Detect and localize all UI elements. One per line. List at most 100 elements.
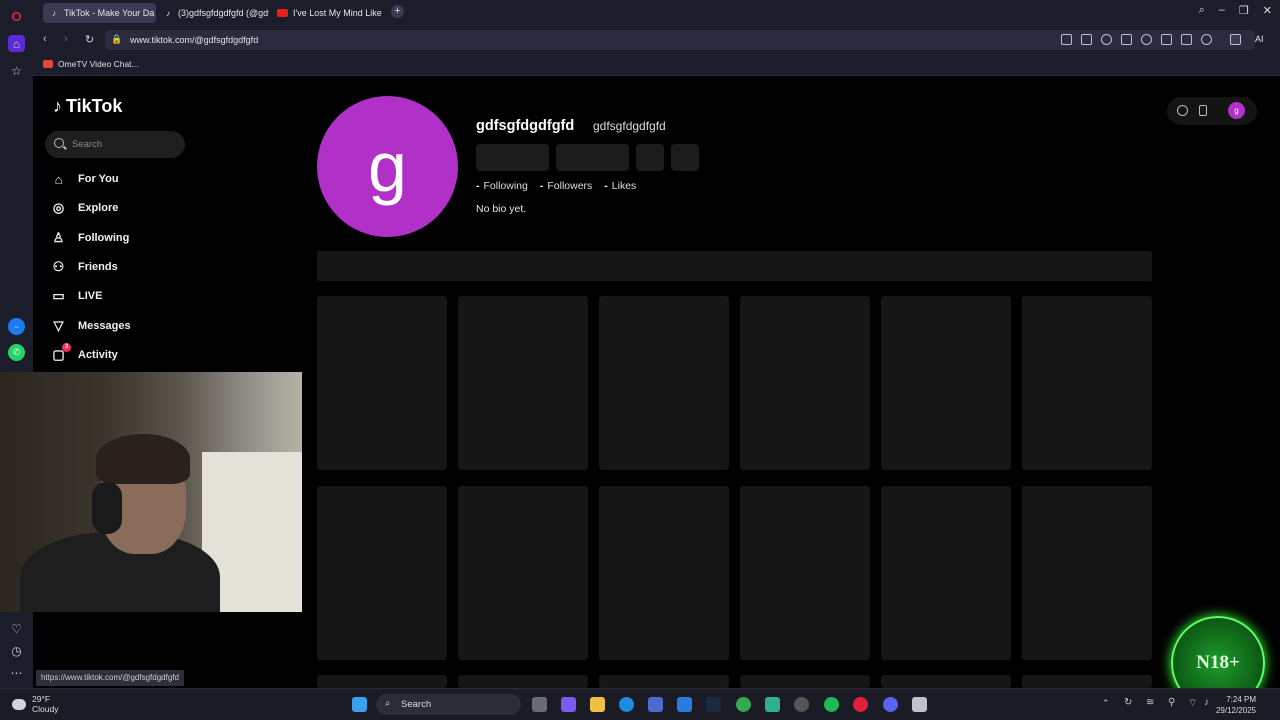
file-explorer-icon[interactable] (590, 697, 605, 712)
video-thumbnail[interactable] (740, 675, 870, 688)
tab-tiktok[interactable]: ♪ TikTok - Make Your Da (43, 3, 156, 23)
nav-messages[interactable]: ▽ Messages (51, 315, 131, 337)
tab-profile[interactable]: ♪ (3)gdfsgfdgdfgfd (@gdfsg (157, 3, 269, 23)
account-avatar[interactable]: g (1228, 102, 1245, 119)
nav-explore[interactable]: ◎ Explore (51, 197, 119, 219)
video-thumbnail[interactable] (599, 296, 729, 470)
button-placeholder[interactable] (671, 144, 699, 171)
tab-youtube[interactable]: I've Lost My Mind Like Vic (271, 3, 383, 23)
camera-icon[interactable] (1081, 34, 1092, 45)
nav-live[interactable]: ▭ LIVE (51, 285, 102, 307)
maximize-icon[interactable]: ❐ (1239, 4, 1249, 17)
mic-icon[interactable]: ⚲ (1168, 697, 1175, 708)
chrome-icon[interactable] (736, 697, 751, 712)
tiktok-icon: ♪ (52, 8, 56, 18)
play-icon[interactable] (1121, 34, 1132, 45)
status-url-tooltip: https://www.tiktok.com/@gdfsgfdgdfgfd (36, 670, 184, 686)
heart-toolbar-icon[interactable] (1141, 34, 1152, 45)
video-thumbnail[interactable] (458, 675, 588, 688)
tray-chevron-icon[interactable]: ⌃ (1102, 698, 1110, 709)
store-icon[interactable] (648, 697, 663, 712)
video-thumbnail[interactable] (458, 296, 588, 470)
button-placeholder[interactable] (636, 144, 664, 171)
nav-friends[interactable]: ⚇ Friends (51, 256, 118, 278)
video-thumbnail[interactable] (317, 675, 447, 688)
app-icon[interactable] (765, 697, 780, 712)
edit-icon[interactable] (1061, 34, 1072, 45)
address-bar-area: ‹ › ↻ 🔒 www.tiktok.com/@gdfsgfdgdfgfd AI (33, 26, 1280, 54)
video-thumbnail[interactable] (317, 296, 447, 470)
reload-icon[interactable]: ↻ (85, 33, 94, 46)
video-thumbnail[interactable] (881, 675, 1011, 688)
search-tabs-icon[interactable]: ⌕ (1199, 4, 1205, 17)
discord-icon[interactable] (883, 697, 898, 712)
video-thumbnail[interactable] (740, 296, 870, 470)
video-thumbnail[interactable] (599, 675, 729, 688)
video-thumbnail[interactable] (881, 486, 1011, 660)
close-icon[interactable]: ✕ (1263, 4, 1272, 17)
app-icon[interactable] (794, 697, 809, 712)
nav-following[interactable]: ♙ Following (51, 227, 130, 249)
minimize-icon[interactable]: – (1219, 4, 1225, 17)
taskbar-clock[interactable]: 7:24 PM 29/12/2025 (1216, 694, 1256, 716)
heart-icon[interactable]: ♡ (8, 620, 25, 637)
stat-followers[interactable]: - Followers (540, 180, 592, 192)
profile-icon[interactable] (1201, 34, 1212, 45)
back-icon[interactable]: ‹ (43, 33, 47, 45)
bookmark-ometv[interactable]: OmeTV Video Chat... (43, 59, 139, 69)
search-input[interactable]: Search (45, 131, 185, 158)
extension-icon[interactable] (1230, 34, 1241, 45)
coin-icon[interactable] (1177, 105, 1188, 116)
windows-start-icon[interactable] (352, 697, 367, 712)
download-icon[interactable] (1161, 34, 1172, 45)
video-thumbnail[interactable] (599, 486, 729, 660)
home-icon: ⌂ (54, 171, 63, 187)
ai-button[interactable]: AI (1255, 34, 1264, 44)
messenger-icon[interactable]: ~ (8, 318, 25, 335)
history-icon[interactable]: ◷ (8, 642, 25, 659)
app-icon[interactable] (912, 697, 927, 712)
mail-icon[interactable] (677, 697, 692, 712)
button-placeholder[interactable] (556, 144, 629, 171)
video-thumbnail[interactable] (317, 486, 447, 660)
button-placeholder[interactable] (476, 144, 549, 171)
device-icon[interactable] (1199, 105, 1207, 116)
opera-logo-icon[interactable]: O (8, 8, 25, 25)
lock-icon[interactable]: 🔒 (111, 34, 122, 45)
more-icon[interactable]: ⋯ (8, 664, 25, 681)
weather-widget[interactable]: 29°F Cloudy (12, 694, 58, 714)
sync-icon[interactable]: ↻ (1124, 697, 1132, 708)
star-icon[interactable]: ☆ (8, 62, 25, 79)
tab-label: TikTok - Make Your Da (64, 8, 155, 18)
edge-icon[interactable] (619, 697, 634, 712)
taskbar-search[interactable]: ⌕ Search (376, 694, 521, 715)
video-thumbnail[interactable] (1022, 296, 1152, 470)
menu-icon[interactable] (1181, 34, 1192, 45)
new-tab-button[interactable]: + (391, 5, 404, 18)
nav-for-you[interactable]: ⌂ For You (51, 168, 119, 190)
task-view-icon[interactable] (532, 697, 547, 712)
video-thumbnail[interactable] (881, 296, 1011, 470)
home-icon[interactable]: ⌂ (8, 35, 25, 52)
video-thumbnail[interactable] (458, 486, 588, 660)
opera-taskbar-icon[interactable] (853, 697, 868, 712)
forward-icon[interactable]: › (64, 33, 68, 45)
url-text[interactable]: www.tiktok.com/@gdfsgfdgdfgfd (130, 35, 258, 45)
profile-stats: - Following - Followers - Likes (476, 180, 636, 192)
network-icon[interactable]: ≋ (1146, 697, 1154, 708)
nav-label: Activity (78, 349, 118, 361)
steam-icon[interactable] (706, 697, 721, 712)
tiktok-logo[interactable]: ♪ TikTok (53, 96, 122, 117)
whatsapp-icon[interactable]: ✆ (8, 344, 25, 361)
copilot-icon[interactable] (561, 697, 576, 712)
video-thumbnail[interactable] (740, 486, 870, 660)
video-thumbnail[interactable] (1022, 675, 1152, 688)
volume-icon[interactable]: ♪ (1204, 697, 1209, 708)
stat-following[interactable]: - Following (476, 180, 528, 192)
video-thumbnail[interactable] (1022, 486, 1152, 660)
wifi-icon[interactable]: ⌔ (1188, 697, 1197, 710)
nav-activity[interactable]: ▢ 3 Activity (51, 342, 118, 366)
profile-avatar[interactable]: g (317, 96, 458, 237)
spotify-icon[interactable] (824, 697, 839, 712)
shield-icon[interactable] (1101, 34, 1112, 45)
